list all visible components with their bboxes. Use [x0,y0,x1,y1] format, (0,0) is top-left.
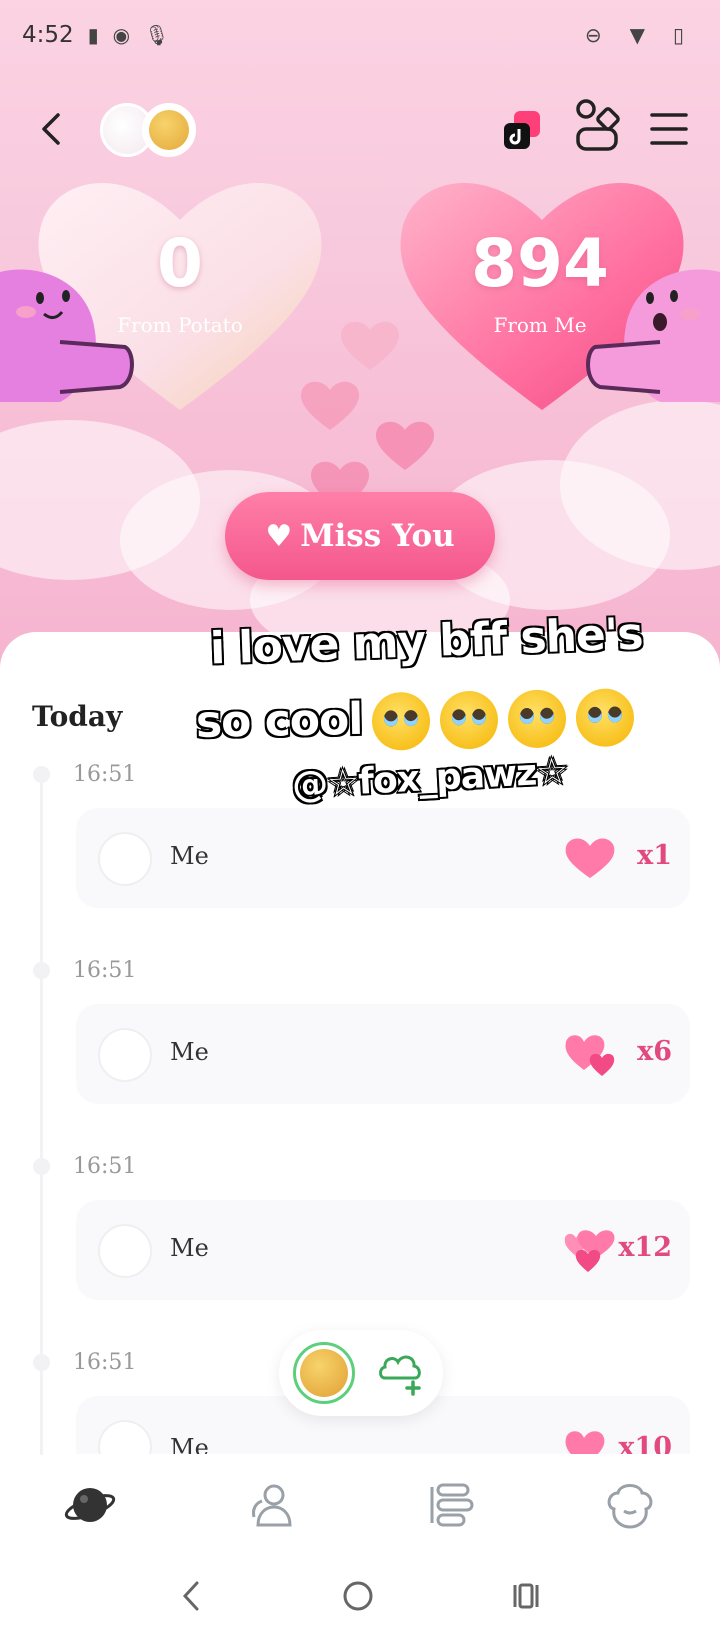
bottom-nav [0,1455,720,1555]
pleading-face-icon [371,691,431,751]
timeline-entry[interactable]: Me x6 [76,1004,690,1104]
record-icon: ◉ [112,23,131,47]
from-me-count: 894 [471,225,609,302]
left-mascot [0,269,134,402]
current-friend-avatar[interactable] [293,1342,355,1404]
entry-time: 16:51 [73,958,137,983]
add-friend-icon[interactable] [375,1348,425,1398]
shapes-icon[interactable] [574,97,620,153]
entry-multiplier: x12 [618,1232,672,1263]
pleading-face-icon [507,689,567,749]
heart-icon: ♥ [265,518,293,554]
back-icon[interactable] [30,107,74,151]
from-potato-label: From Potato [117,313,243,337]
dnd-icon: ⊖ [584,23,602,47]
miss-you-label: Miss You [300,518,455,554]
entry-time: 16:51 [73,762,137,787]
floating-hearts [300,321,435,510]
hearts-icon [565,838,615,878]
home-icon[interactable] [341,1579,375,1617]
timeline-dot [33,1158,50,1175]
entry-sender: Me [170,842,209,870]
timeline-dot [33,962,50,979]
wifi-icon: ▼ [629,23,645,47]
timeline-entry[interactable]: Me x1 [76,808,690,908]
menu-icon[interactable] [648,107,690,151]
entry-avatar [98,1420,152,1454]
pleading-face-icon [575,688,635,748]
entry-multiplier: x1 [637,840,672,871]
from-me-label: From Me [493,313,587,337]
entry-multiplier: x10 [618,1432,672,1454]
tiktok-icon[interactable] [500,109,544,153]
planet-icon[interactable] [60,1475,120,1535]
entry-avatar [98,1224,152,1278]
system-back-icon[interactable] [177,1579,207,1617]
entry-avatar [98,832,152,886]
entry-sender: Me [170,1434,209,1454]
entry-time: 16:51 [73,1154,137,1179]
status-bar: 4:52 ▮ ◉ 🎙 ⊖ ▼ ▯ [0,0,720,70]
timeline-entry[interactable]: Me x12 [76,1200,690,1300]
friends-icon[interactable] [240,1475,300,1535]
battery-icon: ▯ [672,23,684,47]
entry-sender: Me [170,1038,209,1066]
list-icon[interactable] [420,1475,480,1535]
from-potato-count: 0 [157,225,203,302]
section-today: Today [32,700,123,733]
friend-switcher[interactable] [279,1330,443,1416]
entry-sender: Me [170,1234,209,1262]
pet-face-icon[interactable] [600,1475,660,1535]
pair-avatars[interactable] [100,103,200,157]
mic-icon: 🎙 [144,23,170,47]
timeline-dot [33,1354,50,1371]
entry-time: 16:51 [73,1350,137,1375]
notification-icon: ▮ [87,23,99,47]
hearts-icon [565,1035,615,1076]
top-bar [0,95,720,165]
hearts-icon [565,1431,605,1454]
hearts-icon [564,1230,615,1272]
recents-icon[interactable] [509,1579,543,1617]
miss-you-button[interactable]: ♥ Miss You [225,492,495,580]
status-time: 4:52 [22,22,74,48]
timeline-dot [33,766,50,783]
overlay-line-2: so cool [195,688,635,754]
system-nav-bar [0,1555,720,1640]
entry-multiplier: x6 [637,1036,672,1067]
user-avatar [142,103,196,157]
overlay-line-2-text: so cool [195,693,364,749]
entry-avatar [98,1028,152,1082]
pleading-face-icon [439,690,499,750]
